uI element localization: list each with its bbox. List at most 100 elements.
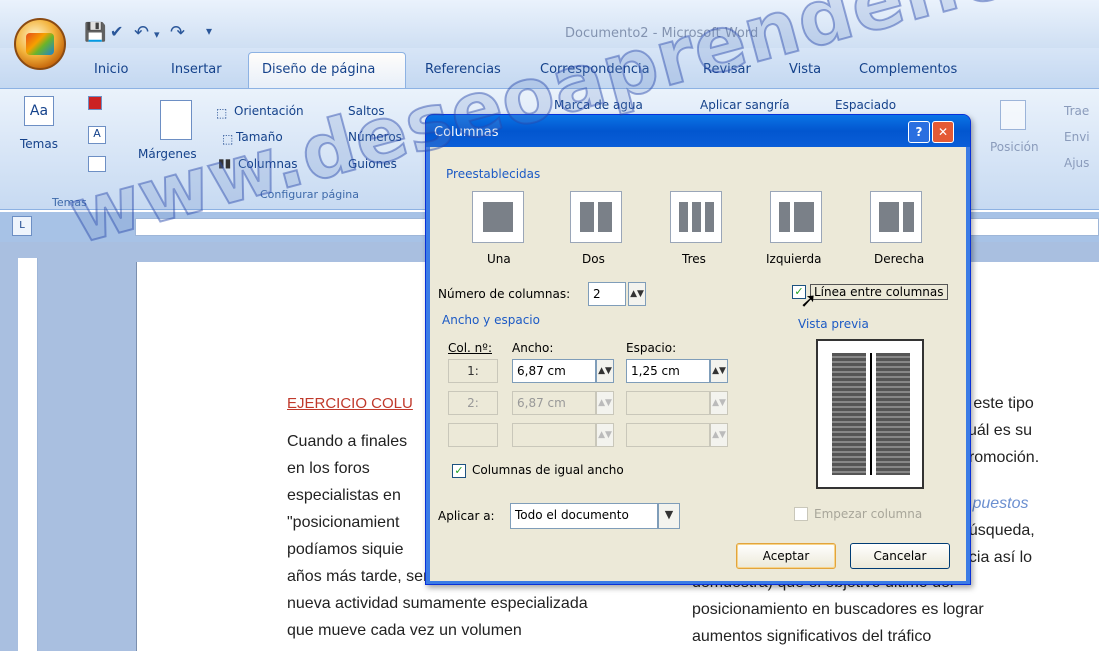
- dialog-title: Columnas: [434, 125, 499, 140]
- equal-width-checkbox[interactable]: ✓: [452, 464, 466, 478]
- traer-button[interactable]: Trae: [1064, 104, 1089, 118]
- width-spinner-1[interactable]: ▲▼: [596, 359, 614, 383]
- themes-icon[interactable]: Aa: [24, 96, 54, 126]
- apply-to-label: Aplicar a:: [438, 509, 495, 523]
- marca-agua-button[interactable]: Marca de agua: [554, 98, 643, 112]
- tab-correspondencia[interactable]: Correspondencia: [540, 62, 650, 77]
- preset-tres[interactable]: [670, 191, 722, 243]
- sangria-label: Aplicar sangría: [700, 98, 790, 112]
- columnas-button[interactable]: Columnas: [238, 157, 298, 171]
- num-columns-input[interactable]: 2: [588, 282, 626, 306]
- temas-button[interactable]: Temas: [20, 137, 58, 151]
- width-header: Ancho:: [512, 341, 554, 355]
- undo-dropdown-icon[interactable]: ▾: [154, 28, 160, 41]
- dialog-title-bar[interactable]: [426, 115, 970, 147]
- width-spinner-3: ▲▼: [596, 423, 614, 447]
- espaciado-label: Espaciado: [835, 98, 897, 112]
- tamano-button[interactable]: Tamaño: [236, 130, 283, 144]
- start-column-checkbox: [794, 507, 808, 521]
- start-column-label: Empezar columna: [814, 507, 923, 521]
- theme-effects-icon[interactable]: [88, 156, 106, 172]
- doc-line: "posicionamient: [287, 514, 400, 531]
- num-columns-label: Número de columnas:: [438, 287, 571, 301]
- preset-una[interactable]: [472, 191, 524, 243]
- vertical-ruler[interactable]: [18, 258, 38, 651]
- spacing-input-1[interactable]: 1,25 cm: [626, 359, 710, 383]
- doc-line: posicionamiento en buscadores es lograr: [692, 601, 984, 618]
- tab-complementos[interactable]: Complementos: [859, 62, 957, 77]
- config-group-label: Configurar página: [260, 188, 360, 201]
- col-number-3: [448, 423, 498, 447]
- qat-customize-icon[interactable]: ▾: [206, 24, 212, 38]
- orientation-icon: ⬚: [216, 106, 228, 120]
- guiones-button[interactable]: Guiones: [348, 157, 397, 171]
- size-icon: ⬚: [222, 132, 234, 146]
- apply-to-select[interactable]: Todo el documento: [510, 503, 658, 529]
- width-input-2: 6,87 cm: [512, 391, 596, 415]
- preset-izquierda[interactable]: [770, 191, 822, 243]
- doc-line: en los foros: [287, 460, 370, 477]
- preset-tres-label: Tres: [682, 252, 706, 266]
- doc-line: aumentos significativos del tráfico: [692, 628, 932, 645]
- spacing-header: Espacio:: [626, 341, 677, 355]
- col-number-2: 2:: [448, 391, 498, 415]
- tab-vista[interactable]: Vista: [789, 62, 821, 77]
- apply-to-dropdown-icon[interactable]: ▼: [658, 503, 680, 529]
- spacing-spinner-3: ▲▼: [710, 423, 728, 447]
- spacing-spinner-2: ▲▼: [710, 391, 728, 415]
- doc-line: búsqueda,: [960, 522, 1035, 539]
- position-icon[interactable]: [1000, 100, 1026, 130]
- theme-colors-icon[interactable]: [88, 96, 102, 110]
- dialog-body: Preestablecidas Una Dos Tres Izquierda D…: [430, 147, 966, 581]
- undo-icon[interactable]: ↶: [134, 22, 149, 43]
- line-between-label[interactable]: Línea entre columnas: [810, 284, 948, 300]
- tab-diseno-pagina[interactable]: Diseño de página: [262, 62, 375, 77]
- presets-label: Preestablecidas: [446, 167, 541, 181]
- mouse-cursor-icon: ➚: [800, 288, 817, 312]
- accept-button[interactable]: Aceptar: [736, 543, 836, 569]
- spacing-input-2: [626, 391, 710, 415]
- ajustar-button[interactable]: Ajus: [1064, 156, 1089, 170]
- preset-dos[interactable]: [570, 191, 622, 243]
- preset-derecha[interactable]: [870, 191, 922, 243]
- tab-referencias[interactable]: Referencias: [425, 62, 501, 77]
- tab-revisar[interactable]: Revisar: [703, 62, 751, 77]
- width-input-3: [512, 423, 596, 447]
- tab-inicio[interactable]: Inicio: [94, 62, 128, 77]
- width-spacing-label: Ancho y espacio: [442, 313, 540, 327]
- doc-line: Cuando a finales: [287, 433, 408, 450]
- spacing-input-3: [626, 423, 710, 447]
- tab-selector-icon[interactable]: L: [12, 216, 32, 236]
- preview-label: Vista previa: [798, 317, 869, 331]
- tab-insertar[interactable]: Insertar: [171, 62, 222, 77]
- posicion-button[interactable]: Posición: [990, 140, 1039, 154]
- help-button[interactable]: ?: [908, 121, 930, 143]
- redo-icon[interactable]: ↷: [170, 22, 185, 43]
- office-button[interactable]: [14, 18, 66, 70]
- width-input-1[interactable]: 6,87 cm: [512, 359, 596, 383]
- margins-icon[interactable]: [160, 100, 192, 140]
- numeros-button[interactable]: Números: [348, 130, 402, 144]
- spelling-icon[interactable]: ✔: [110, 22, 123, 41]
- cancel-button[interactable]: Cancelar: [850, 543, 950, 569]
- window-title: Documento2 - Microsoft Word: [565, 26, 759, 41]
- preview-column-right: [876, 353, 910, 475]
- num-columns-spinner[interactable]: ▲▼: [628, 282, 646, 306]
- columns-icon: ▮▮: [218, 156, 232, 170]
- equal-width-label[interactable]: Columnas de igual ancho: [472, 463, 624, 477]
- margenes-button[interactable]: Márgenes: [138, 147, 197, 161]
- saltos-button[interactable]: Saltos: [348, 104, 385, 118]
- doc-line: podíamos siquie: [287, 541, 404, 558]
- preview-page: [816, 339, 924, 489]
- save-icon[interactable]: 💾: [84, 22, 106, 43]
- col-header: Col. nº:: [448, 341, 492, 355]
- preset-derecha-label: Derecha: [874, 252, 925, 266]
- enviar-button[interactable]: Envi: [1064, 130, 1090, 144]
- preview-separator-line: [870, 353, 872, 475]
- orientacion-button[interactable]: Orientación: [234, 104, 304, 118]
- col-number-1: 1:: [448, 359, 498, 383]
- doc-line: e este tipo: [960, 395, 1034, 412]
- spacing-spinner-1[interactable]: ▲▼: [710, 359, 728, 383]
- close-button[interactable]: ✕: [932, 121, 954, 143]
- theme-fonts-icon[interactable]: A: [88, 126, 106, 144]
